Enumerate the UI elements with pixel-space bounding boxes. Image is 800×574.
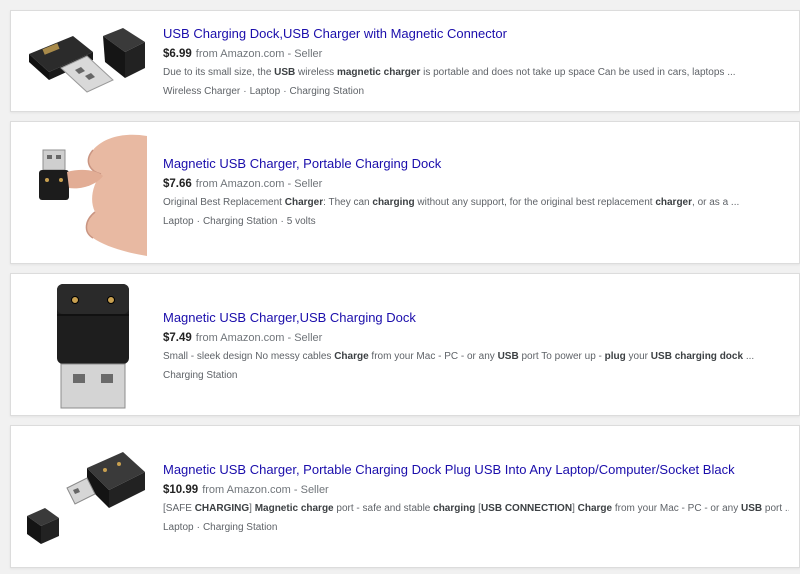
description-highlight: Charger (284, 197, 324, 208)
price-line: $6.99 from Amazon.com - Seller (163, 47, 789, 61)
result-tag[interactable]: 5 volts (287, 216, 316, 227)
result-tags: Charging Station (163, 369, 789, 382)
tag-separator: · (280, 216, 284, 227)
result-tag[interactable]: Charging Station (203, 216, 278, 227)
tag-separator: · (196, 522, 200, 533)
description-text: ... (743, 351, 755, 362)
description-highlight: Charge (577, 503, 613, 514)
hand-holding-charger-image[interactable] (23, 128, 147, 258)
description-highlight: USB (741, 503, 763, 514)
description-highlight: charging (433, 503, 476, 514)
description-highlight: plug (604, 351, 626, 362)
result-card[interactable]: Magnetic USB Charger, Portable Charging … (10, 425, 800, 568)
description-highlight: USB CONNECTION (480, 503, 573, 514)
price-line: $7.49 from Amazon.com - Seller (163, 331, 789, 345)
description-highlight: USB (274, 67, 296, 78)
description-text: without any support, for the original be… (414, 197, 656, 208)
result-info: Magnetic USB Charger, Portable Charging … (163, 462, 789, 534)
result-tags: Laptop · Charging Station (163, 521, 789, 534)
angled-usb-charger-image[interactable] (23, 432, 147, 562)
result-info: USB Charging Dock,USB Charger with Magne… (163, 26, 789, 98)
seller: from Amazon.com - Seller (195, 178, 323, 190)
seller: from Amazon.com - Seller (195, 48, 323, 60)
result-tag[interactable]: Laptop (163, 522, 194, 533)
result-info: Magnetic USB Charger, Portable Charging … (163, 156, 789, 228)
result-title[interactable]: Magnetic USB Charger, Portable Charging … (163, 462, 789, 478)
price-line: $10.99 from Amazon.com - Seller (163, 483, 789, 497)
result-tag[interactable]: Charging Station (203, 522, 278, 533)
result-tag[interactable]: Charging Station (163, 370, 238, 381)
description-highlight: CHARGING (194, 503, 250, 514)
seller: from Amazon.com - Seller (202, 484, 329, 496)
description-text: Original Best Replacement (163, 197, 285, 208)
result-title[interactable]: USB Charging Dock,USB Charger with Magne… (163, 26, 789, 42)
price: $10.99 (163, 484, 199, 496)
result-title[interactable]: Magnetic USB Charger,USB Charging Dock (163, 310, 789, 326)
result-tag[interactable]: Laptop (250, 86, 281, 97)
result-tag[interactable]: Wireless Charger (163, 86, 240, 97)
result-card[interactable]: Magnetic USB Charger, Portable Charging … (10, 121, 800, 264)
price: $7.66 (163, 178, 192, 190)
result-description: [SAFE CHARGING] Magnetic charge port - s… (163, 502, 789, 516)
result-card[interactable]: Magnetic USB Charger,USB Charging Dock $… (10, 273, 800, 416)
description-text: is portable and does not take up space C… (420, 67, 736, 78)
tag-separator: · (196, 216, 200, 227)
description-highlight: magnetic charger (336, 67, 421, 78)
description-highlight: USB (497, 351, 519, 362)
description-text: port - safe and stable (333, 503, 434, 514)
description-highlight: Magnetic charge (254, 503, 334, 514)
description-highlight: charger (655, 197, 693, 208)
usb-dock-with-cap-image[interactable] (23, 15, 147, 109)
result-description: Original Best Replacement Charger: They … (163, 196, 789, 210)
price: $7.49 (163, 332, 192, 344)
description-text: your (625, 351, 651, 362)
result-info: Magnetic USB Charger,USB Charging Dock $… (163, 310, 789, 382)
tag-separator: · (243, 86, 247, 97)
description-text: port To power up - (518, 351, 605, 362)
result-card[interactable]: USB Charging Dock,USB Charger with Magne… (10, 10, 800, 112)
vertical-usb-charger-image[interactable] (23, 280, 147, 410)
tag-separator: · (283, 86, 287, 97)
price: $6.99 (163, 48, 192, 60)
description-text: port ... (764, 503, 789, 514)
description-highlight: Charge (334, 351, 369, 362)
description-text: Due to its small size, the (163, 67, 275, 78)
result-title[interactable]: Magnetic USB Charger, Portable Charging … (163, 156, 789, 172)
description-text: wireless (295, 67, 337, 78)
description-text: [SAFE (163, 503, 195, 514)
description-highlight: USB charging dock (650, 351, 744, 362)
result-tags: Laptop · Charging Station · 5 volts (163, 215, 789, 228)
description-highlight: charging (372, 197, 415, 208)
description-text: : They can (323, 197, 373, 208)
result-tag[interactable]: Laptop (163, 216, 194, 227)
price-line: $7.66 from Amazon.com - Seller (163, 177, 789, 191)
description-text: from your Mac - PC - or any (368, 351, 498, 362)
result-description: Due to its small size, the USB wireless … (163, 66, 789, 80)
description-text: , or as a ... (692, 197, 740, 208)
description-text: Small - sleek design No messy cables (163, 351, 335, 362)
description-text: from your Mac - PC - or any (612, 503, 741, 514)
result-description: Small - sleek design No messy cables Cha… (163, 350, 789, 364)
result-tag[interactable]: Charging Station (290, 86, 365, 97)
result-tags: Wireless Charger · Laptop · Charging Station (163, 85, 789, 98)
seller: from Amazon.com - Seller (195, 332, 323, 344)
